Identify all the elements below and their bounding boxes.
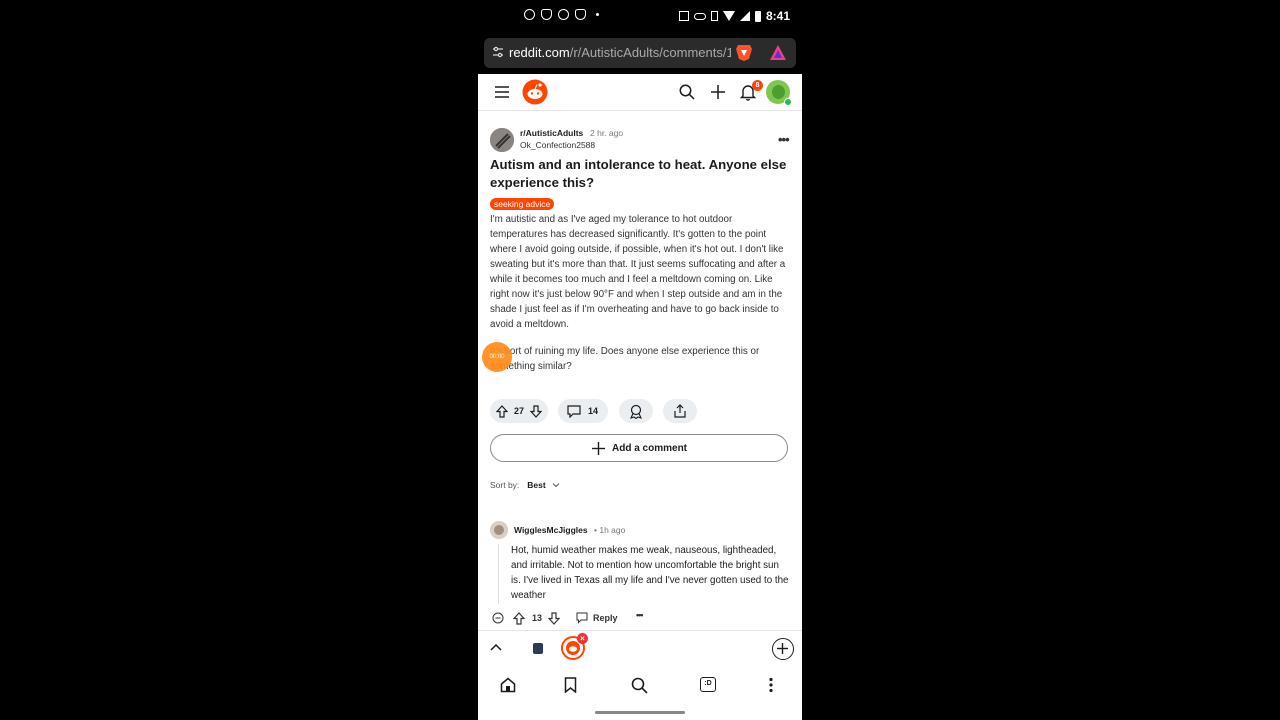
notification-badge: 8	[752, 80, 763, 91]
vpn-key-icon	[558, 9, 569, 20]
plus-icon	[777, 643, 788, 654]
tabs-button[interactable]: :D	[700, 677, 716, 692]
status-bar: 8:41	[478, 0, 802, 32]
reply-icon	[576, 612, 588, 624]
screen-recorder-bubble[interactable]: 00:00	[482, 342, 512, 372]
cast-icon	[678, 11, 689, 21]
sort-selector[interactable]: Sort by: Best	[490, 480, 560, 490]
add-comment-button[interactable]: Add a comment	[490, 434, 788, 462]
comment-more-options-icon[interactable]: •••	[636, 610, 644, 620]
wifi-icon	[722, 11, 735, 21]
comment-upvote-icon[interactable]	[513, 612, 525, 625]
url-path: /r/AutisticAdults/comments/1	[569, 45, 731, 60]
subreddit-avatar[interactable]	[490, 128, 514, 152]
comment-vote-count: 13	[532, 613, 543, 623]
online-status-dot	[784, 98, 792, 106]
subreddit-avatar-image	[490, 128, 514, 152]
brave-shields-icon[interactable]	[735, 43, 753, 62]
signal-icon	[739, 11, 750, 21]
url-text[interactable]: reddit.com/r/AutisticAdults/comments/1	[509, 45, 731, 60]
recorder-timer: 00:00	[489, 354, 505, 360]
post-author[interactable]: Ok_Confection2588	[520, 140, 595, 150]
sort-label: Sort by:	[490, 480, 520, 490]
upvote-icon[interactable]	[496, 405, 508, 418]
comment-count: 14	[588, 406, 599, 416]
search-icon[interactable]	[679, 84, 695, 100]
comment-body: Hot, humid weather makes me weak, nauseo…	[511, 545, 789, 601]
bookmark-icon[interactable]	[564, 677, 577, 693]
comment-avatar-image	[490, 521, 508, 539]
avatar-figure	[772, 85, 785, 99]
site-settings-icon[interactable]	[492, 46, 504, 58]
tab-favicon-icon[interactable]	[533, 643, 543, 654]
browser-bottom-bar: × :D	[478, 630, 802, 720]
create-post-icon[interactable]	[710, 84, 726, 100]
url-bar[interactable]: reddit.com/r/AutisticAdults/comments/1	[484, 38, 796, 68]
award-button[interactable]	[619, 399, 653, 423]
search-icon[interactable]	[631, 677, 648, 694]
plus-icon	[592, 442, 605, 455]
post-more-options-icon[interactable]: •••	[778, 132, 790, 147]
more-menu-icon[interactable]	[769, 677, 773, 693]
home-icon[interactable]	[500, 677, 516, 693]
reddit-page: 8 r/AutisticAdults 2 hr. ago Ok_Confecti…	[478, 74, 802, 630]
status-system: 8:41	[678, 9, 790, 23]
share-button[interactable]	[663, 399, 697, 423]
sort-value[interactable]: Best	[527, 480, 545, 490]
battery-icon	[754, 10, 761, 22]
phone-screen: 8:41 reddit.com/r/AutisticAdults/comment…	[478, 0, 802, 720]
notification-count: 8	[755, 82, 760, 89]
post-body: I'm autistic and as I've aged my toleran…	[490, 212, 792, 386]
comment-icon	[567, 405, 581, 418]
brave-rewards-icon[interactable]	[769, 44, 787, 62]
reddit-logo-icon[interactable]	[522, 79, 548, 105]
tabs-count: :D	[704, 680, 712, 687]
chevron-up-icon[interactable]	[490, 643, 502, 651]
new-tab-button[interactable]	[772, 638, 794, 660]
link-icon	[693, 12, 706, 20]
brave-shield-icon	[575, 9, 586, 20]
vote-count: 27	[514, 406, 525, 416]
gesture-nav-pill[interactable]	[595, 711, 685, 714]
chevron-down-icon	[552, 483, 560, 488]
reddit-header: 8	[478, 74, 802, 111]
collapse-comment-icon[interactable]	[492, 612, 504, 624]
whatsapp-icon	[524, 9, 535, 20]
more-notifications-dot-icon	[596, 13, 599, 16]
post-flair[interactable]: seeking advice	[490, 198, 555, 210]
comment-avatar[interactable]	[490, 521, 508, 539]
comment-author[interactable]: WigglesMcJiggles	[514, 525, 588, 535]
award-icon	[629, 404, 643, 419]
post-time: 2 hr. ago	[590, 128, 624, 138]
post-title: Autism and an intolerance to heat. Anyon…	[490, 157, 787, 190]
reddit-tab-icon	[566, 641, 580, 655]
url-domain: reddit.com	[509, 45, 570, 60]
share-icon	[674, 404, 686, 418]
downvote-icon[interactable]	[530, 405, 542, 418]
shield-icon	[541, 9, 552, 20]
post-subreddit[interactable]: r/AutisticAdults	[520, 128, 583, 138]
comment-downvote-icon[interactable]	[548, 612, 560, 625]
comment-thread-line[interactable]	[498, 544, 499, 604]
vibrate-icon	[710, 11, 718, 21]
comments-button[interactable]: 14	[558, 399, 608, 423]
menu-icon[interactable]	[494, 85, 510, 99]
reply-label: Reply	[593, 613, 618, 623]
reply-button[interactable]: Reply	[576, 612, 626, 625]
add-comment-label: Add a comment	[612, 443, 688, 454]
comment-time: • 1h ago	[594, 525, 626, 535]
post-body-paragraph: It's sort of ruining my life. Does anyon…	[490, 346, 760, 372]
post-body-paragraph: I'm autistic and as I've aged my toleran…	[490, 214, 786, 330]
close-tab-icon[interactable]: ×	[577, 633, 588, 644]
status-notifications	[524, 9, 599, 20]
status-time: 8:41	[765, 9, 790, 23]
vote-bar: 27	[490, 399, 548, 423]
